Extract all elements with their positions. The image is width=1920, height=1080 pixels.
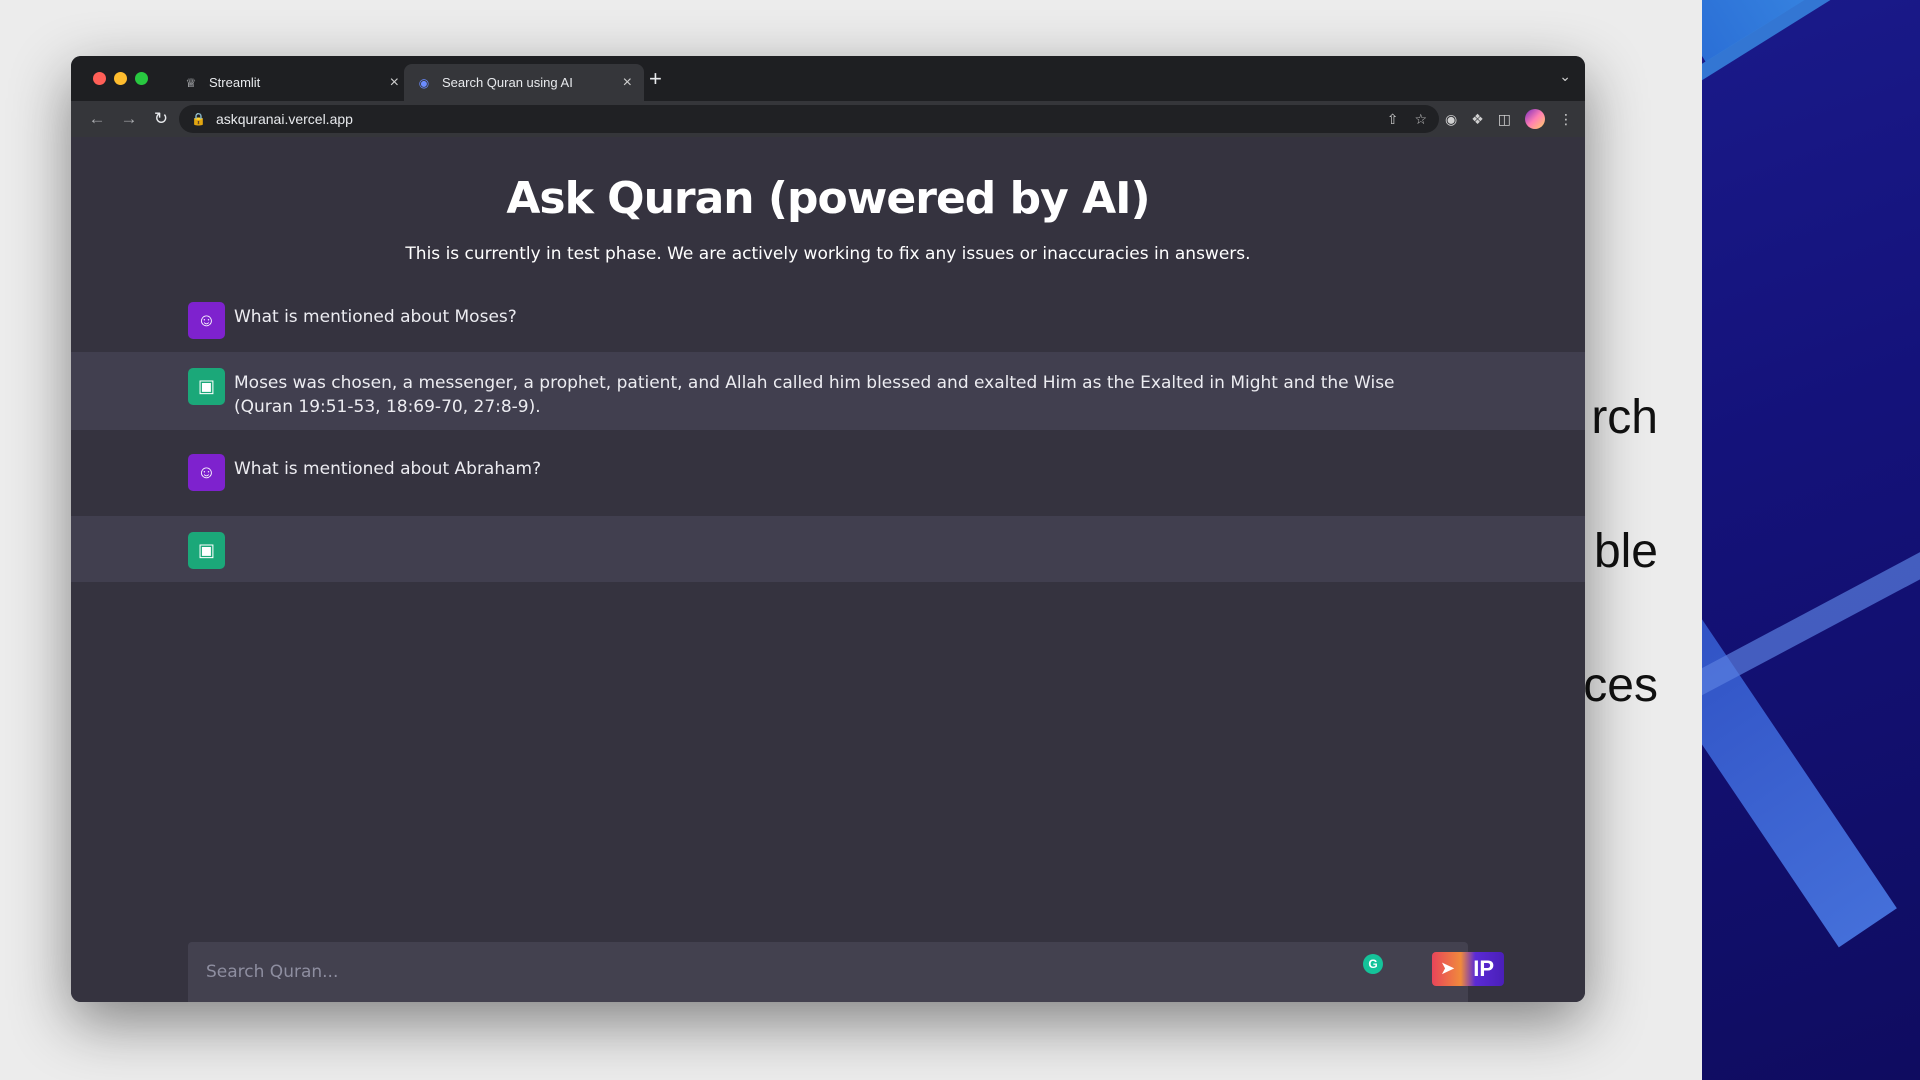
- window-controls: [93, 72, 148, 85]
- search-input-container: G ➤ IP: [188, 942, 1504, 1002]
- desktop-wallpaper: [1702, 0, 1920, 1080]
- user-avatar-icon: ☺: [188, 302, 225, 339]
- chat-thread: ☺ What is mentioned about Moses? ▣ Moses…: [71, 288, 1585, 582]
- chat-message-user: ☺ What is mentioned about Abraham?: [71, 430, 1585, 516]
- close-window-button[interactable]: [93, 72, 106, 85]
- profile-avatar[interactable]: [1525, 109, 1545, 129]
- maximize-window-button[interactable]: [135, 72, 148, 85]
- page-subtitle: This is currently in test phase. We are …: [405, 244, 1251, 264]
- chat-message-assistant: ▣ Moses was chosen, a messenger, a proph…: [71, 352, 1585, 430]
- robot-avatar-icon: ▣: [188, 532, 225, 569]
- side-panel-icon[interactable]: ◫: [1498, 111, 1511, 128]
- streamlit-icon: ♕: [185, 75, 197, 90]
- lock-icon: 🔒: [191, 112, 206, 126]
- browser-window: ♕ Streamlit × ◉ Search Quran using AI × …: [71, 56, 1585, 1002]
- browser-toolbar: ← → ↻ 🔒 askquranai.vercel.app ⇧ ☆ ◉ ❖ ◫ …: [71, 101, 1585, 137]
- extensions-puzzle-icon[interactable]: ❖: [1471, 111, 1484, 128]
- tab-streamlit[interactable]: ♕ Streamlit ×: [171, 64, 411, 101]
- address-bar[interactable]: 🔒 askquranai.vercel.app ⇧ ☆: [179, 105, 1439, 133]
- new-tab-button[interactable]: +: [649, 66, 662, 92]
- tab-label: Search Quran using AI: [442, 75, 573, 90]
- message-text: What is mentioned about Moses?: [234, 307, 517, 327]
- share-icon[interactable]: ⇧: [1387, 111, 1399, 128]
- tab-label: Streamlit: [209, 75, 261, 90]
- page-title: Ask Quran (powered by AI): [506, 173, 1150, 224]
- send-button[interactable]: ➤ IP: [1432, 952, 1504, 986]
- brain-icon: ◉: [418, 75, 430, 90]
- user-avatar-icon: ☺: [188, 454, 225, 491]
- chat-message-assistant: ▣: [71, 516, 1585, 582]
- message-text: Moses was chosen, a messenger, a prophet…: [234, 373, 1395, 417]
- app-page: Ask Quran (powered by AI) This is curren…: [71, 137, 1585, 1002]
- tab-search-quran[interactable]: ◉ Search Quran using AI ×: [404, 64, 644, 101]
- search-input[interactable]: [206, 962, 1306, 982]
- send-button-label: IP: [1473, 956, 1494, 981]
- minimize-window-button[interactable]: [114, 72, 127, 85]
- tab-search-chevron-icon[interactable]: ⌄: [1559, 68, 1571, 85]
- tab-strip: ♕ Streamlit × ◉ Search Quran using AI × …: [71, 56, 1585, 101]
- url-text: askquranai.vercel.app: [215, 111, 353, 127]
- camera-extension-icon[interactable]: ◉: [1445, 111, 1457, 128]
- reload-icon[interactable]: ↻: [145, 109, 177, 129]
- back-arrow-icon[interactable]: ←: [81, 109, 113, 129]
- background-text: rch: [1591, 391, 1658, 444]
- browser-menu-icon[interactable]: ⋮: [1559, 111, 1573, 128]
- chat-message-user: ☺ What is mentioned about Moses?: [71, 288, 1585, 352]
- mouse-cursor-icon: ➤: [1440, 958, 1456, 978]
- robot-avatar-icon: ▣: [188, 368, 225, 405]
- background-text: ces: [1583, 659, 1658, 712]
- message-text: What is mentioned about Abraham?: [234, 459, 542, 479]
- grammarly-icon[interactable]: G: [1363, 954, 1383, 974]
- close-tab-icon[interactable]: ×: [390, 74, 399, 92]
- background-text: ble: [1593, 525, 1658, 578]
- close-tab-icon[interactable]: ×: [623, 74, 632, 92]
- forward-arrow-icon[interactable]: →: [113, 109, 145, 129]
- bookmark-star-icon[interactable]: ☆: [1414, 111, 1427, 128]
